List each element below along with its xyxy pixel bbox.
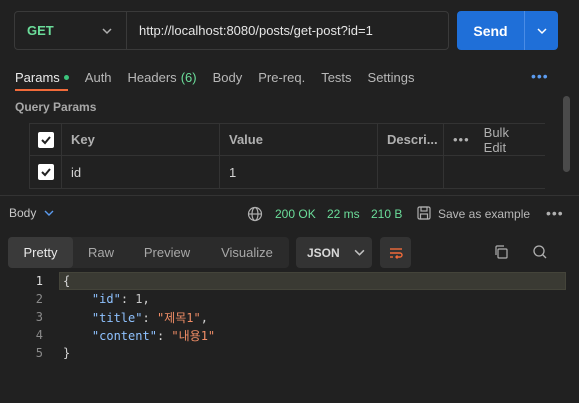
table-row: id 1 (29, 156, 545, 189)
tab-pre-request[interactable]: Pre-req. (258, 70, 305, 85)
bulk-edit-label: Bulk Edit (483, 124, 509, 155)
line-number: 3 (35, 310, 43, 324)
tab-auth[interactable]: Auth (85, 70, 112, 85)
code-line: 5 } (0, 344, 579, 362)
tab-body[interactable]: Body (213, 70, 243, 85)
params-dot-indicator (63, 74, 69, 80)
line-number: 1 (35, 274, 43, 288)
search-icon[interactable] (532, 244, 548, 260)
pane-divider[interactable] (0, 195, 579, 196)
code-text: { (63, 274, 71, 288)
line-number: 4 (35, 328, 43, 342)
code-line: 2 "id": 1, (0, 290, 579, 308)
body-label: Body (9, 206, 37, 220)
tab-visualize[interactable]: Visualize (205, 237, 289, 268)
tab-params[interactable]: Params (15, 70, 69, 85)
tab-label: Settings (367, 69, 415, 85)
globe-icon[interactable] (247, 206, 263, 222)
chevron-down-icon (354, 249, 365, 256)
response-body-dropdown[interactable]: Body (9, 206, 54, 220)
line-number: 2 (35, 292, 43, 306)
column-header-description: Descri... (378, 124, 444, 155)
tab-preview[interactable]: Preview (129, 237, 205, 268)
checkbox-checked-icon (37, 164, 54, 180)
param-description-cell[interactable] (378, 156, 444, 188)
more-horizontal-icon[interactable]: ••• (453, 132, 470, 147)
copy-icon[interactable] (493, 244, 509, 260)
param-value-cell[interactable]: 1 (220, 156, 378, 188)
code-text: "id": 1, (91, 292, 150, 306)
tab-label: Headers (127, 69, 177, 85)
url-input[interactable]: http://localhost:8080/posts/get-post?id=… (127, 23, 373, 38)
section-title: Query Params (15, 100, 97, 114)
save-icon[interactable] (416, 205, 432, 221)
column-header-value: Value (220, 124, 378, 155)
chevron-down-icon (44, 210, 54, 216)
code-text: "content": "내용1" (91, 328, 216, 343)
wrap-lines-icon (389, 247, 403, 259)
tab-raw[interactable]: Raw (73, 237, 129, 268)
code-text: } (63, 346, 71, 360)
tab-label: Pre-req. (258, 69, 306, 85)
headers-count: (6) (180, 69, 197, 85)
param-empty-cell (444, 156, 545, 188)
param-key-cell[interactable]: id (62, 156, 220, 188)
method-label: GET (27, 23, 54, 38)
column-header-key: Key (62, 124, 220, 155)
code-line: 3 "title": "제목1", (0, 308, 579, 326)
chevron-down-icon (102, 27, 112, 34)
tab-label: Auth (84, 69, 112, 85)
chevron-down-icon (536, 27, 547, 34)
table-header-row: Key Value Descri... ••• Bulk Edit (29, 123, 545, 156)
vertical-scrollbar[interactable] (563, 96, 570, 172)
tab-pretty[interactable]: Pretty (8, 237, 73, 268)
save-as-example-button[interactable]: Save as example (438, 207, 530, 221)
tab-headers[interactable]: Headers (6) (128, 70, 197, 85)
method-select[interactable]: GET (15, 12, 127, 49)
send-button[interactable]: Send (457, 11, 524, 50)
response-time[interactable]: 22 ms (327, 207, 360, 221)
tab-tests[interactable]: Tests (321, 70, 351, 85)
active-tab-underline (15, 89, 68, 91)
code-line: 4 "content": "내용1" (0, 326, 579, 344)
code-text: "title": "제목1", (91, 310, 208, 325)
tab-label: Tests (321, 69, 352, 85)
response-view-tabs: Pretty Raw Preview Visualize (8, 237, 289, 268)
more-horizontal-icon[interactable]: ••• (546, 205, 564, 221)
wrap-lines-button[interactable] (380, 237, 411, 268)
line-number: 5 (35, 346, 43, 360)
select-all-checkbox[interactable] (29, 124, 62, 155)
format-select[interactable]: JSON (296, 237, 372, 268)
send-button-group: Send (457, 11, 558, 50)
more-horizontal-icon[interactable]: ••• (531, 68, 549, 84)
request-tabs: Params Auth Headers (6) Body Pre-req. Te… (15, 67, 431, 87)
request-bar: GET http://localhost:8080/posts/get-post… (14, 11, 449, 50)
tab-label: Params (15, 69, 60, 85)
status-code[interactable]: 200 OK (275, 207, 316, 221)
tab-settings[interactable]: Settings (368, 70, 415, 85)
response-size[interactable]: 210 B (371, 207, 402, 221)
send-dropdown-button[interactable] (525, 11, 558, 50)
bulk-edit-button[interactable]: ••• Bulk Edit (444, 124, 545, 155)
format-label: JSON (307, 245, 340, 260)
row-checkbox[interactable] (29, 156, 62, 188)
query-params-table: Key Value Descri... ••• Bulk Edit id 1 (29, 123, 545, 189)
tab-label: Body (212, 69, 243, 85)
checkbox-checked-icon (37, 131, 54, 148)
code-line: 1 { (0, 272, 579, 290)
response-code-editor[interactable]: 1 { 2 "id": 1, 3 "title": "제목1", 4 "cont… (0, 272, 579, 362)
